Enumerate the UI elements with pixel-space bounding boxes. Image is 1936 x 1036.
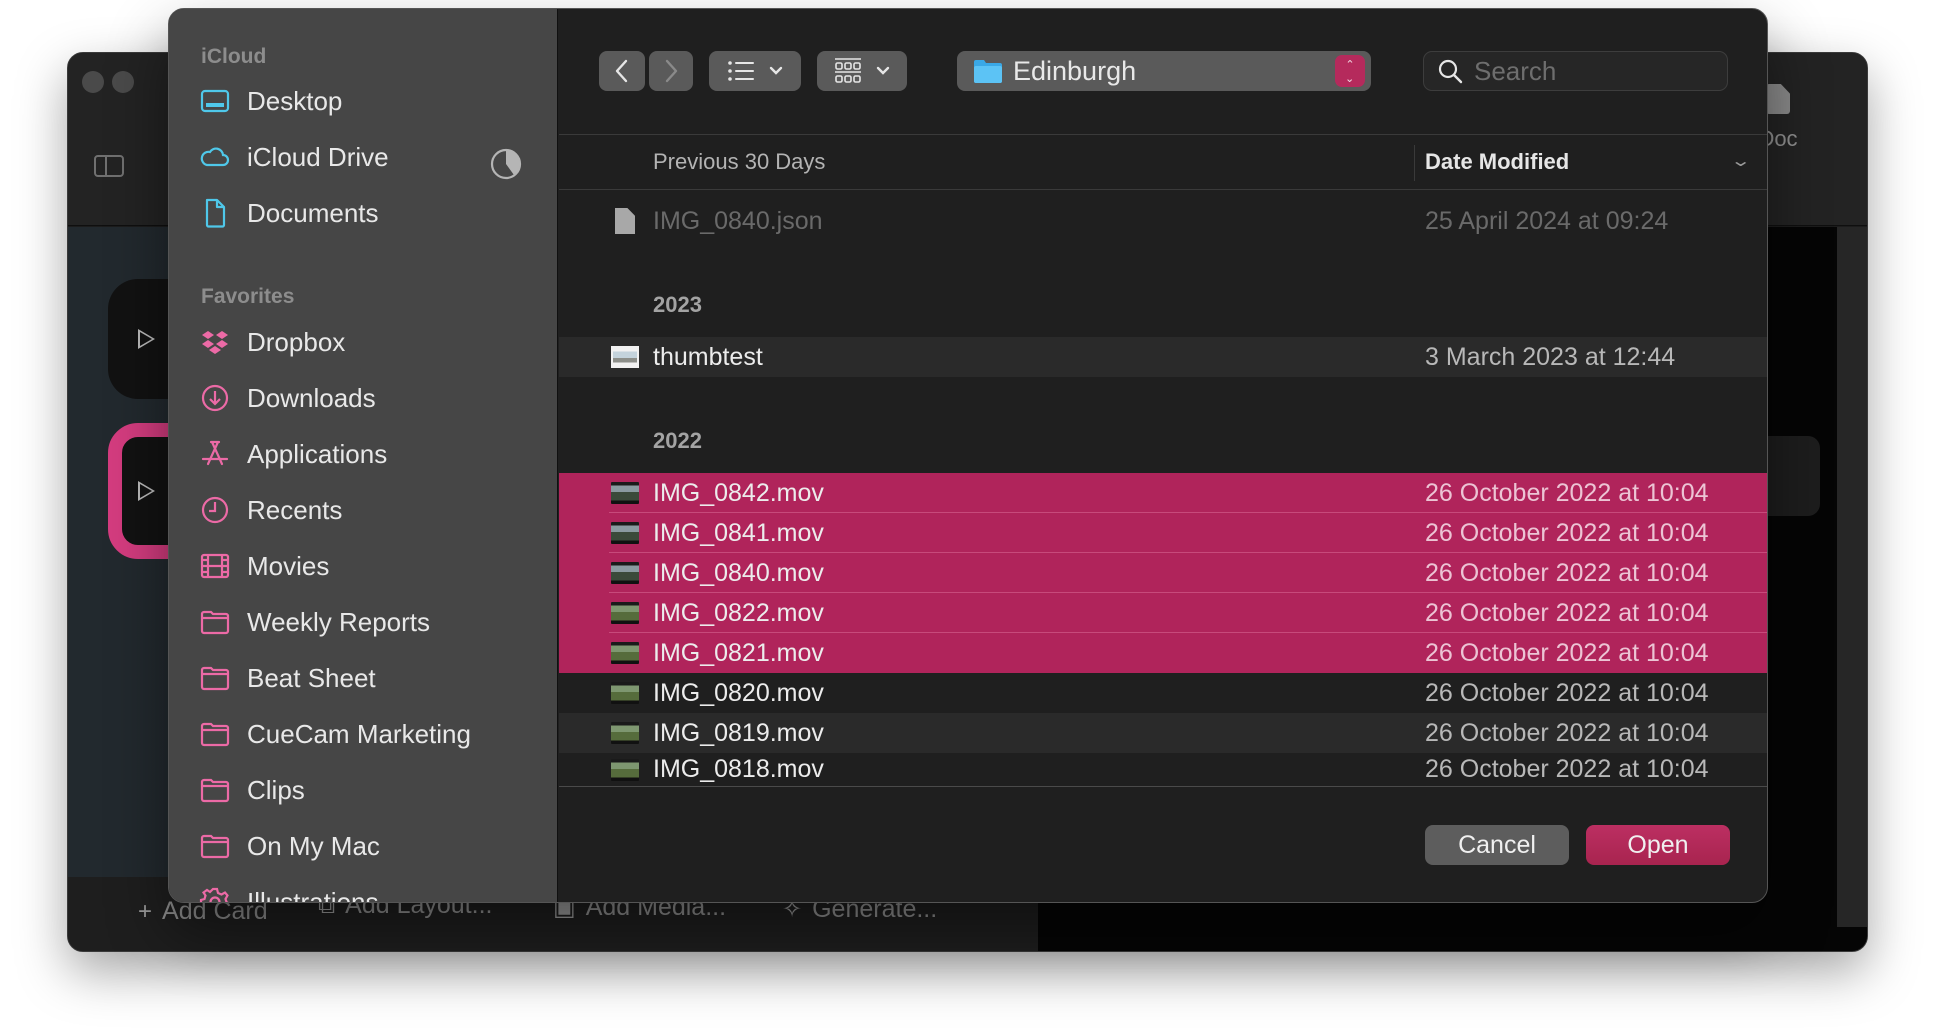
date-modified-column-header[interactable]: Date Modified (1425, 149, 1569, 175)
file-row[interactable]: IMG_0819.mov 26 October 2022 at 10:04 (559, 713, 1767, 753)
name-column-header[interactable]: Previous 30 Days (653, 149, 825, 175)
file-row-selected[interactable]: IMG_0822.mov 26 October 2022 at 10:04 (559, 592, 1767, 633)
desktop-icon (199, 85, 231, 117)
minimize-window-button[interactable] (112, 71, 134, 93)
cloud-icon (199, 141, 231, 173)
sidebar-item-desktop[interactable]: Desktop (199, 79, 539, 123)
dialog-main: Edinburgh ⌃⌃ Previous 30 Days Date Modif… (559, 9, 1767, 902)
cancel-button[interactable]: Cancel (1425, 825, 1569, 865)
sidebar-item-on-my-mac[interactable]: On My Mac (199, 824, 539, 868)
chevron-down-icon (769, 66, 783, 75)
forward-button[interactable] (649, 51, 693, 91)
search-input[interactable] (1474, 55, 1714, 87)
movie-thumbnail-icon (611, 602, 639, 624)
sidebar-toggle-icon[interactable] (94, 155, 124, 177)
clock-icon (199, 494, 231, 526)
view-mode-button[interactable] (709, 51, 801, 91)
icloud-sync-progress-icon (490, 148, 522, 180)
sidebar-item-clips[interactable]: Clips (199, 768, 539, 812)
sidebar-item-illustrations[interactable]: Illustrations (199, 880, 539, 902)
file-row-selected[interactable]: IMG_0842.mov 26 October 2022 at 10:04 (559, 473, 1767, 513)
download-icon (199, 382, 231, 414)
popup-stepper-icon: ⌃ ⌃ (1335, 55, 1365, 87)
movie-thumbnail-icon (611, 759, 639, 781)
back-button[interactable] (599, 51, 645, 91)
json-file-icon (615, 208, 635, 234)
file-row[interactable]: IMG_0818.mov 26 October 2022 at 10:04 (559, 753, 1767, 786)
sidebar-item-applications[interactable]: Applications (199, 432, 539, 476)
chevron-down-icon (876, 66, 890, 75)
sidebar-section-header: Favorites (201, 285, 295, 308)
file-row[interactable]: IMG_0840.json 25 April 2024 at 09:24 (559, 201, 1767, 241)
sidebar-section-header: iCloud (201, 45, 267, 68)
column-divider[interactable] (1414, 145, 1415, 181)
sidebar-item-beat-sheet[interactable]: Beat Sheet (199, 656, 539, 700)
sidebar-item-movies[interactable]: Movies (199, 544, 539, 588)
group-label-2022: 2022 (653, 428, 702, 453)
gallery-grid-icon (835, 58, 861, 83)
search-icon (1438, 59, 1463, 84)
movie-thumbnail-icon (611, 482, 639, 504)
file-row-selected[interactable]: IMG_0821.mov 26 October 2022 at 10:04 (559, 632, 1767, 673)
file-list-header: Previous 30 Days Date Modified ⌄ (559, 134, 1767, 190)
document-icon (1766, 84, 1790, 114)
movie-thumbnail-icon (611, 722, 639, 744)
open-button[interactable]: Open (1586, 825, 1730, 865)
file-row[interactable]: thumbtest 3 March 2023 at 12:44 (559, 337, 1767, 377)
film-icon (199, 550, 231, 582)
applications-icon (199, 438, 231, 470)
chevron-right-icon (665, 59, 678, 83)
group-mode-button[interactable] (817, 51, 907, 91)
sidebar-item-dropbox[interactable]: Dropbox (199, 320, 539, 364)
folder-icon (199, 606, 231, 638)
chevron-left-icon (615, 59, 628, 83)
sort-chevron-icon[interactable]: ⌄ (1730, 151, 1751, 171)
sidebar-item-downloads[interactable]: Downloads (199, 376, 539, 420)
sidebar-item-documents[interactable]: Documents (199, 191, 539, 235)
group-label-2023: 2023 (653, 292, 702, 317)
movie-thumbnail-icon (611, 562, 639, 584)
play-icon (138, 481, 155, 501)
folder-path-popup[interactable]: Edinburgh ⌃ ⌃ (957, 51, 1371, 91)
document-icon (199, 197, 231, 229)
play-icon (138, 329, 155, 349)
movie-thumbnail-icon (611, 522, 639, 544)
sidebar-item-weekly-reports[interactable]: Weekly Reports (199, 600, 539, 644)
dialog-sidebar: iCloud Desktop iCloud Drive Documents Fa… (169, 9, 558, 902)
list-view-icon (728, 61, 754, 81)
dropbox-icon (199, 326, 231, 358)
file-row[interactable]: IMG_0820.mov 26 October 2022 at 10:04 (559, 673, 1767, 713)
open-file-dialog: iCloud Desktop iCloud Drive Documents Fa… (168, 8, 1768, 903)
movie-thumbnail-icon (611, 642, 639, 664)
folder-icon (199, 718, 231, 750)
folder-icon (199, 662, 231, 694)
search-field[interactable] (1423, 51, 1728, 91)
close-window-button[interactable] (82, 71, 104, 93)
sidebar-item-recents[interactable]: Recents (199, 488, 539, 532)
folder-icon (199, 774, 231, 806)
plus-icon: + (138, 897, 153, 925)
movie-thumbnail-icon (611, 682, 639, 704)
gear-icon (199, 886, 231, 902)
sidebar-item-cuecam-marketing[interactable]: CueCam Marketing (199, 712, 539, 756)
current-folder-label: Edinburgh (1013, 55, 1137, 86)
image-thumbnail-icon (611, 346, 639, 368)
preview-scrollbar[interactable] (1837, 227, 1867, 927)
file-row-selected[interactable]: IMG_0840.mov 26 October 2022 at 10:04 (559, 552, 1767, 593)
file-row-selected[interactable]: IMG_0841.mov 26 October 2022 at 10:04 (559, 512, 1767, 553)
list-bottom-divider (559, 786, 1767, 787)
folder-icon (199, 830, 231, 862)
folder-icon (974, 60, 1002, 83)
sidebar-item-icloud-drive[interactable]: iCloud Drive (199, 135, 539, 179)
